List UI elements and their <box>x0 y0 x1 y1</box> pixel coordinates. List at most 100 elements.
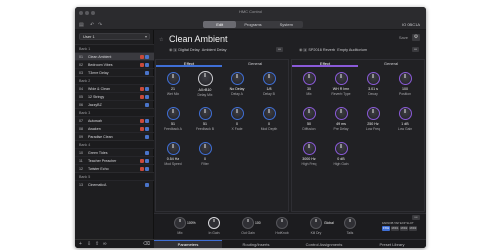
mid2-button[interactable]: MID2 <box>400 226 408 231</box>
knob-dial[interactable] <box>242 217 254 229</box>
trash-icon[interactable]: ⌫ <box>143 241 150 247</box>
wet-mix-knob[interactable]: 21 Wet Mix <box>160 72 186 96</box>
preset-row[interactable]: 09 Paradise Clean <box>75 132 154 140</box>
tab-control-assignments[interactable]: Control Assignments <box>290 240 358 248</box>
knob-dial[interactable] <box>262 107 276 120</box>
low-freq-knob[interactable]: 250 Hz Low Freq <box>360 107 386 131</box>
diffusion-knob[interactable]: 50 Diffusion <box>296 107 322 131</box>
knob-dial[interactable] <box>334 142 348 155</box>
delay-a-knob[interactable]: No Delay Delay A <box>224 72 250 96</box>
knob-dial[interactable] <box>230 72 244 85</box>
knob-dial[interactable] <box>344 217 356 229</box>
preset-row[interactable]: 04 Wide & Clean <box>75 84 154 92</box>
tails-toggle[interactable]: Tails <box>338 217 362 235</box>
filter-knob[interactable]: 0 Filter <box>192 142 218 166</box>
star-icon[interactable]: ☆ <box>159 37 163 43</box>
device-indicator[interactable]: IO 0BC1A <box>402 21 420 28</box>
mod-speed-knob[interactable]: 0.54 Hz Mod Speed <box>160 142 186 166</box>
undo-icon[interactable]: ↶ <box>90 22 94 28</box>
tab-general[interactable]: General <box>222 60 288 67</box>
gear-icon[interactable]: ⚙ <box>412 34 420 41</box>
knob-dial[interactable] <box>262 72 276 85</box>
tab-general[interactable]: General <box>358 60 424 67</box>
knob-dial[interactable] <box>334 107 348 120</box>
in-gain-knob[interactable]: In Gain <box>202 217 226 235</box>
tab-preset-library[interactable]: Preset Library <box>358 240 426 248</box>
knob-dial[interactable] <box>197 71 213 86</box>
preset-row[interactable]: 11 Teacher Preacher <box>75 156 154 164</box>
knob-dial[interactable] <box>334 72 348 85</box>
high-gain-knob[interactable]: 0 dB High Gain <box>328 142 354 166</box>
knob-dial[interactable] <box>166 107 180 120</box>
preset-row[interactable]: 02 Bedroom Vibes <box>75 60 154 68</box>
mid3-button[interactable]: MID3 <box>409 226 417 231</box>
knob-dial[interactable] <box>366 107 380 120</box>
preset-row[interactable]: 10 Green Tides <box>75 148 154 156</box>
feedback-b-knob[interactable]: 51 Feedback B <box>192 107 218 131</box>
import-icon[interactable]: ⇩ <box>87 241 91 247</box>
mode-edit[interactable]: Edit <box>203 21 237 28</box>
preset-row[interactable]: 12 Twister Echo <box>75 164 154 172</box>
mix-master-knob[interactable]: Mix <box>168 217 192 235</box>
knob-dial[interactable] <box>398 107 412 120</box>
knob-dial[interactable] <box>302 107 316 120</box>
slot-a-options-button[interactable]: ••• <box>276 47 283 52</box>
sidebar-icon[interactable]: ▤ <box>79 22 84 28</box>
mode-programs[interactable]: Programs <box>236 21 269 28</box>
mod-depth-knob[interactable]: 0 Mod Depth <box>256 107 282 131</box>
knob-dial[interactable] <box>198 107 212 120</box>
mid1-button[interactable]: MID1 <box>391 226 399 231</box>
knob-dial[interactable] <box>398 72 412 85</box>
out-gain-knob[interactable]: Out Gain <box>236 217 260 235</box>
tab-effect[interactable]: Effect <box>156 60 222 67</box>
add-icon[interactable]: + <box>79 241 82 247</box>
kill-dry-toggle[interactable]: Kill Dry <box>304 217 328 235</box>
tab-routing-inserts[interactable]: Routing/Inserts <box>222 240 290 248</box>
delay-mix-knob[interactable]: A0>B10 Delay Mix <box>192 71 218 97</box>
position-knob[interactable]: 100 Position <box>392 72 418 96</box>
preset-row[interactable]: 13 CinematicA <box>75 180 154 188</box>
redo-icon[interactable]: ↷ <box>98 22 102 28</box>
hotknob-knob[interactable]: HotKnob <box>270 217 294 235</box>
delay-b-knob[interactable]: 1/8 Delay B <box>256 72 282 96</box>
knob-dial[interactable] <box>166 142 180 155</box>
tab-effect[interactable]: Effect <box>292 60 358 67</box>
export-icon[interactable]: ⇧ <box>95 241 99 247</box>
pre-delay-knob[interactable]: 49 ms Pre Delay <box>328 107 354 131</box>
knob-dial[interactable] <box>302 142 316 155</box>
knob-dial[interactable] <box>174 217 186 229</box>
knob-dial[interactable] <box>276 217 288 229</box>
knob-dial[interactable] <box>230 107 244 120</box>
effect-slot-b[interactable]: ◉ 2 SP2016 Reverb Empty Auditorium <box>299 47 367 52</box>
preset-row[interactable]: 06 JazzyBZ <box>75 100 154 108</box>
preset-row[interactable]: 05 12 Stringy <box>75 92 154 100</box>
x-fade-knob[interactable]: 0X Fade <box>224 107 250 131</box>
knob-label: Filter <box>201 162 209 166</box>
knob-dial[interactable] <box>366 72 380 85</box>
effect-slot-a[interactable]: ◉ 1 Digital Delay Ambient Delay <box>169 47 226 52</box>
knob-dial[interactable] <box>310 217 322 229</box>
preset-row[interactable]: 01 Clean Ambient <box>75 52 154 60</box>
tab-parameters[interactable]: Parameters <box>154 240 222 248</box>
high-freq-knob[interactable]: 3000 Hz High Freq <box>296 142 322 166</box>
uk-flag-icon <box>145 151 149 155</box>
preset-row[interactable]: 03 T3mre Delay <box>75 68 154 76</box>
decay-knob[interactable]: 3.01 s Decay <box>360 72 386 96</box>
fsw-button[interactable]: FSW <box>382 226 390 231</box>
knob-dial[interactable] <box>198 142 212 155</box>
preset-row[interactable]: 08 Awaken <box>75 124 154 132</box>
knob-dial[interactable] <box>166 72 180 85</box>
mixer-settings-button[interactable]: ••• <box>412 215 420 220</box>
knob-dial[interactable] <box>302 72 316 85</box>
knob-dial[interactable] <box>208 217 220 229</box>
mode-system[interactable]: System <box>270 21 303 28</box>
low-gain-knob[interactable]: 1 dB Low Gain <box>392 107 418 131</box>
mix-knob[interactable]: 30 Mix <box>296 72 322 96</box>
preset-row[interactable]: 07 Autowah <box>75 116 154 124</box>
slot-b-options-button[interactable]: ••• <box>412 47 419 52</box>
link-icon[interactable]: ∞ <box>103 241 107 247</box>
feedback-a-knob[interactable]: 51 Feedback A <box>160 107 186 131</box>
user-bank-select[interactable]: User 1 ▾ <box>79 33 150 40</box>
save-button[interactable]: Save <box>399 35 408 40</box>
reverb-type-knob[interactable]: WH R Imn Reverb Type <box>328 72 354 96</box>
